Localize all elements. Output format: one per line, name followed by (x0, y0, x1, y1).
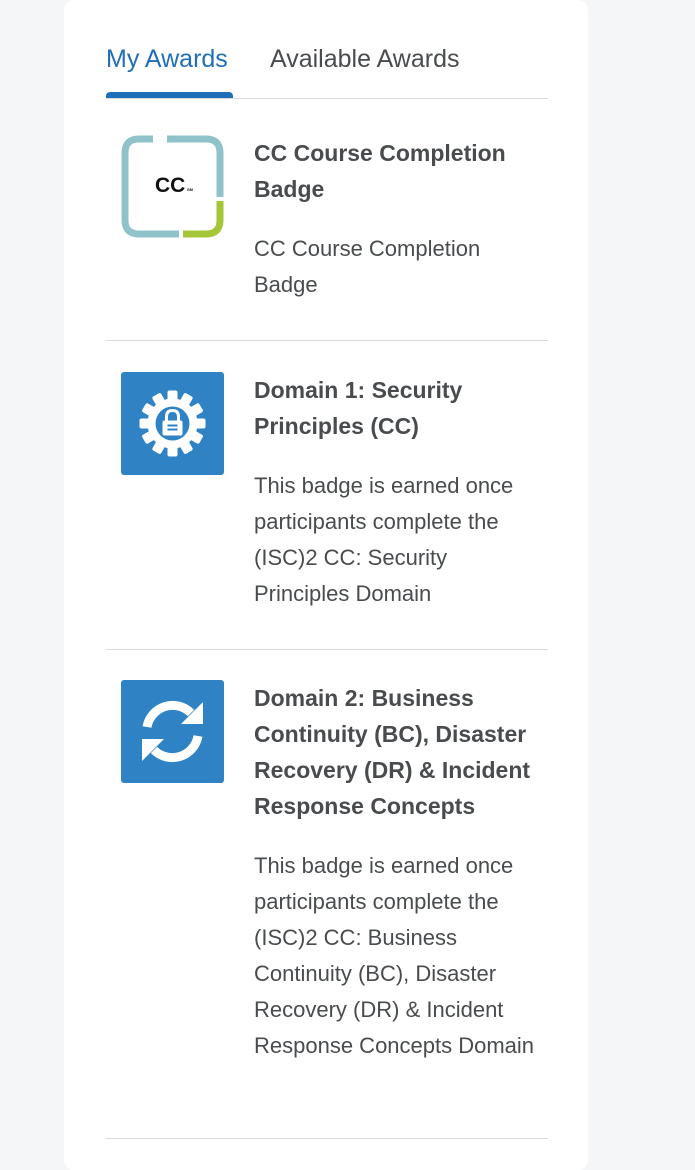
refresh-icon (121, 680, 224, 783)
gear-lock-icon (121, 372, 224, 475)
awards-tabs: My Awards Available Awards (106, 36, 548, 99)
tab-available-awards[interactable]: Available Awards (270, 44, 459, 74)
svg-text:CC: CC (155, 174, 185, 197)
award-item-domain-2: Domain 2: Business Continuity (BC), Disa… (106, 650, 548, 1139)
cc-logo-icon: CC SM (121, 135, 224, 238)
award-title: CC Course Completion Badge (254, 140, 506, 202)
award-text: Domain 2: Business Continuity (BC), Disa… (254, 680, 544, 1064)
award-description: CC Course Completion Badge (254, 236, 481, 297)
tab-my-awards[interactable]: My Awards (106, 44, 228, 74)
awards-card: My Awards Available Awards CC SM CC Cour… (64, 0, 588, 1170)
award-item-domain-1: Domain 1: Security Principles (CC) This … (106, 341, 548, 650)
award-text: CC Course Completion Badge CC Course Com… (254, 135, 544, 303)
award-title: Domain 2: Business Continuity (BC), Disa… (254, 685, 531, 819)
award-title: Domain 1: Security Principles (CC) (254, 377, 463, 439)
award-description: This badge is earned once participants c… (254, 853, 535, 1058)
award-item-cc-completion: CC SM CC Course Completion Badge CC Cour… (106, 98, 548, 341)
svg-text:SM: SM (187, 187, 194, 192)
award-text: Domain 1: Security Principles (CC) This … (254, 372, 544, 612)
award-description: This badge is earned once participants c… (254, 473, 514, 606)
